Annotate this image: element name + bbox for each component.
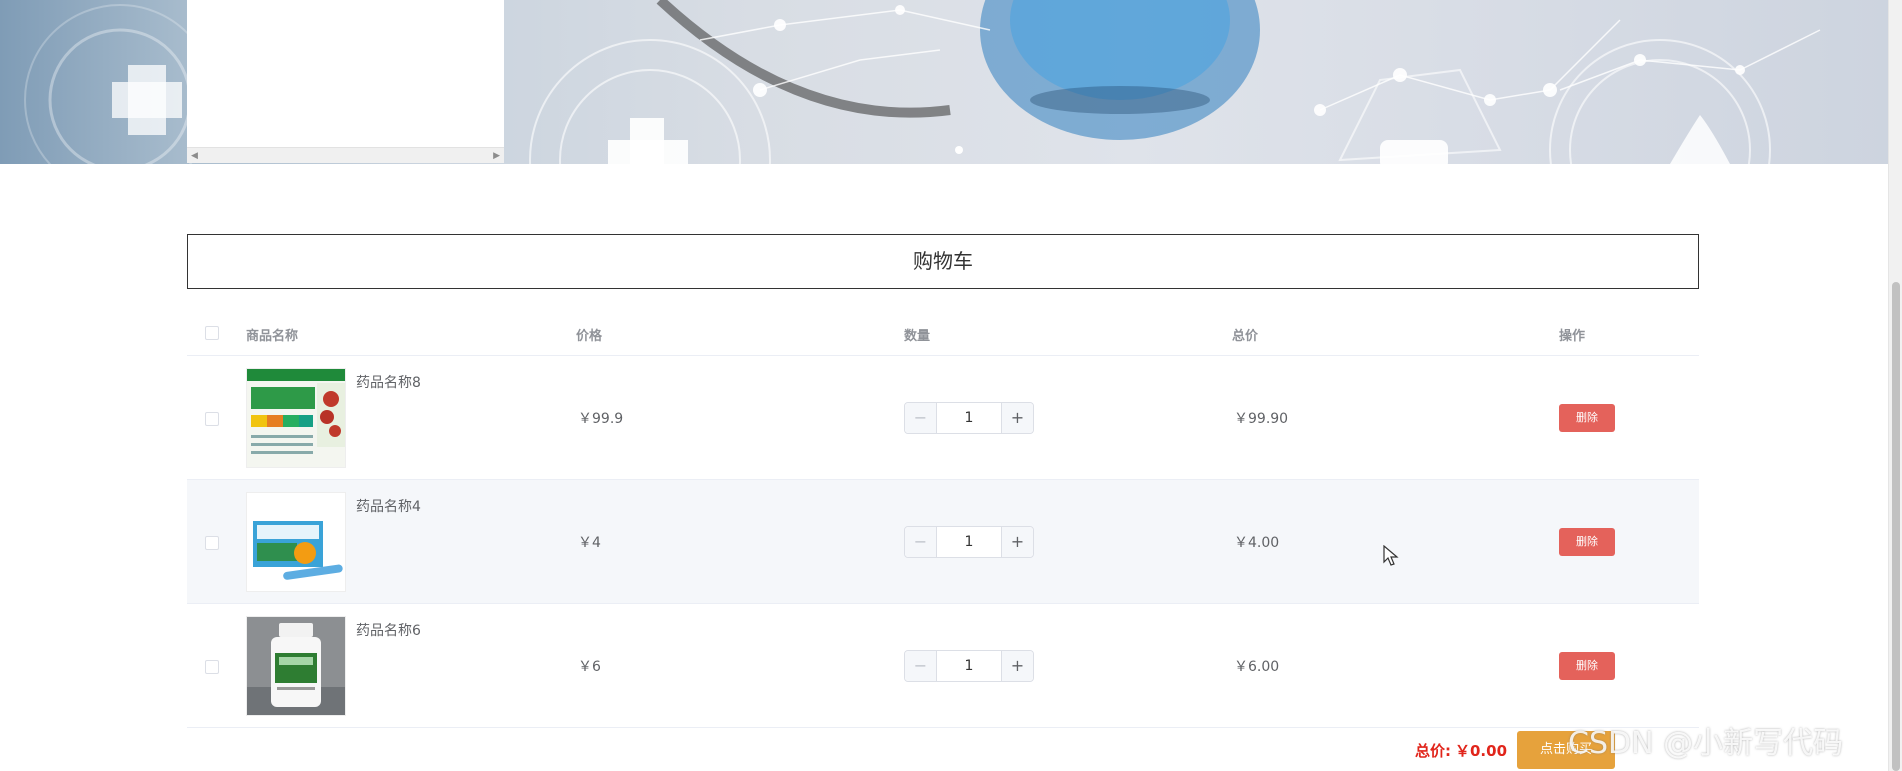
product-price: ￥6 — [578, 659, 601, 675]
arrow-left-icon[interactable]: ◀ — [191, 150, 198, 162]
product-image — [246, 616, 346, 716]
row-subtotal: ￥99.90 — [1234, 411, 1289, 427]
header-action: 操作 — [1559, 329, 1586, 344]
decrease-button[interactable]: − — [905, 651, 937, 681]
medicine-box-image — [247, 493, 345, 591]
total-label: 总价: — [1415, 741, 1451, 760]
quantity-stepper: − 1 + — [904, 402, 1034, 434]
page-vertical-scrollbar[interactable] — [1888, 0, 1902, 771]
carousel-indicator-dot[interactable] — [955, 146, 963, 154]
checkbox-box[interactable] — [205, 536, 219, 550]
table-header: 商品名称 价格 数量 总价 操作 — [187, 310, 1699, 356]
watermark: CSDN @小新写代码 — [1568, 726, 1844, 761]
row-select-checkbox[interactable] — [205, 411, 219, 430]
row-select-checkbox[interactable] — [205, 659, 219, 678]
delete-button[interactable]: 删除 — [1559, 652, 1615, 680]
row-select-checkbox[interactable] — [205, 535, 219, 554]
quantity-stepper: − 1 + — [904, 526, 1034, 558]
product-image — [246, 492, 346, 592]
increase-button[interactable]: + — [1001, 651, 1033, 681]
row-subtotal: ￥4.00 — [1234, 535, 1280, 551]
select-all-checkbox[interactable] — [205, 326, 219, 344]
table-row: 药品名称8 ￥99.9 − 1 + ￥99.90 删除 — [187, 356, 1699, 480]
quantity-stepper: − 1 + — [904, 650, 1034, 682]
medicine-box-image — [247, 369, 345, 467]
quantity-input[interactable]: 1 — [937, 651, 1001, 681]
product-price: ￥99.9 — [578, 411, 624, 427]
cart-table: 商品名称 价格 数量 总价 操作 药品名称8 ￥99.9 − 1 + ￥99.9… — [187, 310, 1699, 728]
decrease-button[interactable]: − — [905, 527, 937, 557]
decrease-button[interactable]: − — [905, 403, 937, 433]
horizontal-scrollbar[interactable]: ◀ ▶ — [187, 147, 504, 163]
mouse-pointer-icon — [1383, 545, 1399, 566]
product-name[interactable]: 药品名称6 — [356, 620, 421, 640]
embedded-frame — [187, 0, 504, 147]
scrollbar-thumb[interactable] — [1892, 282, 1900, 771]
checkbox-box[interactable] — [205, 660, 219, 674]
header-total: 总价 — [1232, 329, 1259, 344]
arrow-right-icon[interactable]: ▶ — [493, 150, 500, 162]
quantity-input[interactable]: 1 — [937, 527, 1001, 557]
table-row: 药品名称4 ￥4 − 1 + ￥4.00 删除 — [187, 480, 1699, 604]
product-image — [246, 368, 346, 468]
product-price: ￥4 — [578, 535, 601, 551]
increase-button[interactable]: + — [1001, 403, 1033, 433]
header-name: 商品名称 — [246, 329, 299, 344]
checkbox-box[interactable] — [205, 326, 219, 340]
quantity-input[interactable]: 1 — [937, 403, 1001, 433]
product-name[interactable]: 药品名称8 — [356, 372, 421, 392]
row-subtotal: ￥6.00 — [1234, 659, 1280, 675]
header-quantity: 数量 — [904, 329, 931, 344]
hero-banner: ◀ ▶ — [0, 0, 1888, 164]
delete-button[interactable]: 删除 — [1559, 404, 1615, 432]
medicine-bottle-image — [247, 617, 345, 715]
cart-title: 购物车 — [187, 234, 1699, 289]
checkbox-box[interactable] — [205, 412, 219, 426]
table-row: 药品名称6 ￥6 − 1 + ￥6.00 删除 — [187, 604, 1699, 728]
header-price: 价格 — [576, 329, 603, 344]
delete-button[interactable]: 删除 — [1559, 528, 1615, 556]
product-name[interactable]: 药品名称4 — [356, 496, 421, 516]
increase-button[interactable]: + — [1001, 527, 1033, 557]
total-amount: ￥0.00 — [1455, 741, 1508, 760]
